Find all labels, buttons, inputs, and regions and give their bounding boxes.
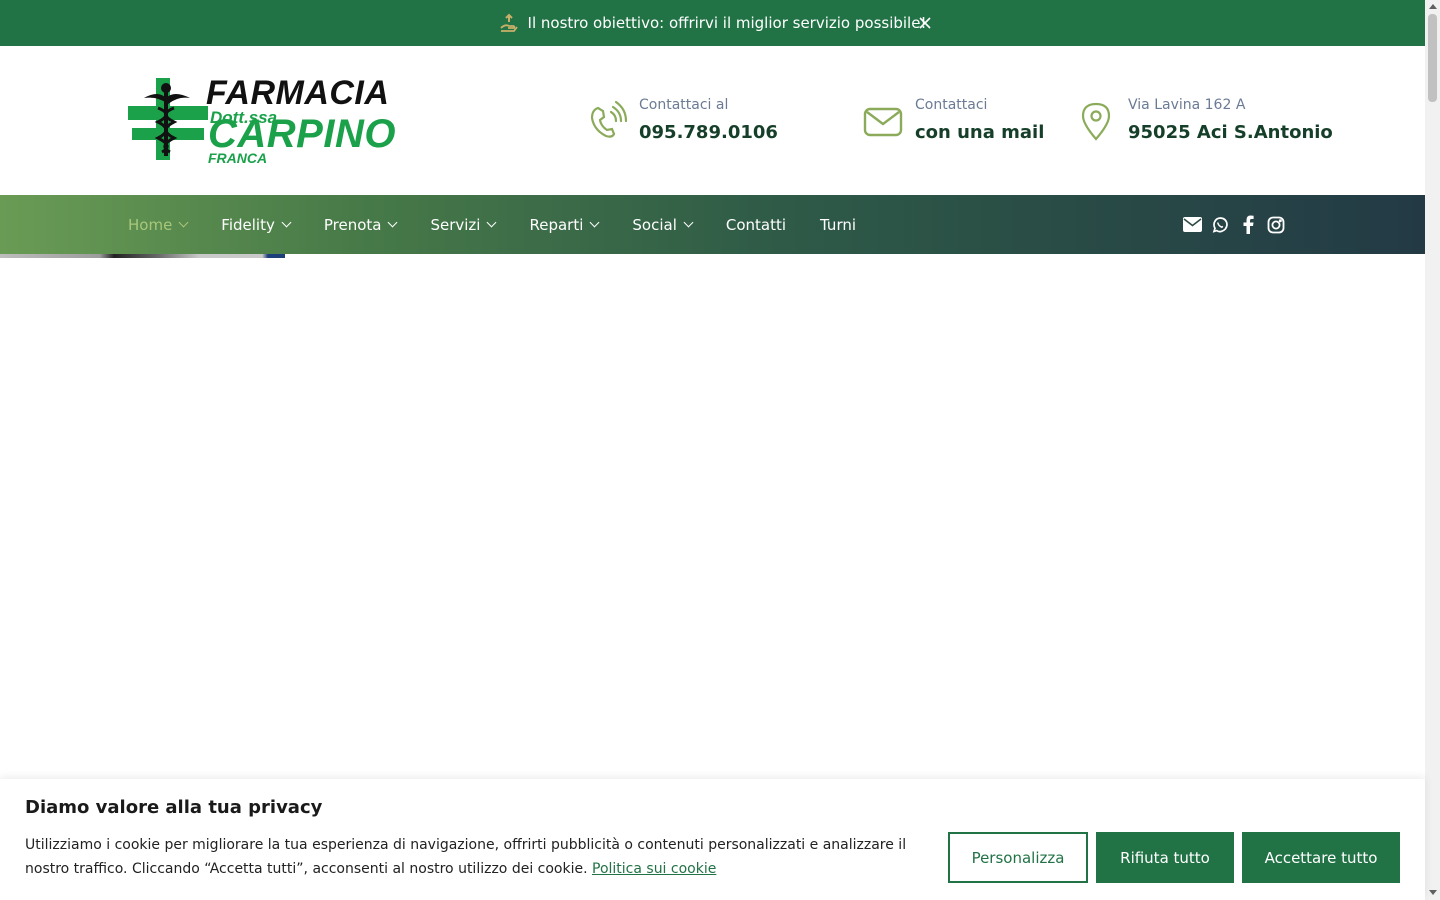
scrollbar-thumb[interactable] (1428, 14, 1437, 102)
chevron-down-icon (487, 217, 497, 228)
nav-item-social[interactable]: Social (632, 215, 694, 234)
social-links (1182, 195, 1294, 254)
nav-item-turni[interactable]: Turni (820, 216, 856, 234)
contact-mail-label: Contattaci (915, 97, 988, 113)
nav-item-label: Servizi (430, 215, 481, 234)
contact-phone-value[interactable]: 095.789.0106 (639, 120, 778, 146)
scroll-up-arrow-icon[interactable] (1429, 4, 1437, 9)
phone-icon (585, 99, 629, 143)
close-icon[interactable] (916, 14, 934, 32)
site-header: FARMACIA CARPINO Dott.ssa FRANCA Contatt… (0, 46, 1425, 195)
pharmacy-cross-icon (128, 78, 208, 160)
hero-image (0, 254, 285, 258)
contact-mail-value[interactable]: con una mail (915, 120, 1044, 146)
nav-item-servizi[interactable]: Servizi (430, 215, 497, 234)
chevron-down-icon (683, 217, 694, 228)
nav-item-contatti[interactable]: Contatti (726, 216, 786, 234)
nav-item-fidelity[interactable]: Fidelity (221, 215, 292, 234)
announcement-text: Il nostro obiettivo: offrirvi il miglior… (527, 14, 927, 32)
accept-all-button[interactable]: Accettare tutto (1242, 832, 1400, 883)
nav-item-label: Social (632, 215, 677, 234)
contact-address-value: 95025 Aci S.Antonio (1128, 122, 1333, 143)
announcement-bar: Il nostro obiettivo: offrirvi il miglior… (0, 0, 1425, 46)
contact-address[interactable]: Via Lavina 162 A 95025 Aci S.Antonio (1074, 46, 1333, 195)
nav-item-label: Fidelity (221, 215, 275, 234)
nav-item-home[interactable]: Home (128, 215, 189, 234)
whatsapp-icon[interactable] (1210, 215, 1230, 235)
envelope-icon[interactable] (1182, 215, 1202, 235)
nav-item-label: Turni (820, 215, 857, 234)
chevron-down-icon (178, 217, 189, 228)
contact-address-label: Via Lavina 162 A (1128, 97, 1246, 113)
main-nav: Home Fidelity Prenota Servizi Reparti So… (0, 195, 1425, 254)
cookie-title: Diamo valore alla tua privacy (25, 797, 323, 818)
cookie-text: Utilizziamo i cookie per migliorare la t… (25, 837, 907, 877)
contact-phone[interactable]: Contattaci al 095.789.0106 (585, 46, 778, 195)
chevron-down-icon (589, 217, 600, 228)
contact-mail[interactable]: Contattaci con una mail (861, 46, 1044, 195)
logo-line-dott: Dott.ssa (210, 108, 278, 127)
page-scrollbar[interactable] (1425, 0, 1440, 900)
customize-button[interactable]: Personalizza (948, 832, 1088, 883)
chevron-down-icon (388, 217, 398, 228)
nav-item-label: Reparti (529, 215, 584, 234)
contact-phone-label: Contattaci al (639, 97, 729, 113)
map-pin-icon (1074, 99, 1118, 143)
facebook-icon[interactable] (1238, 215, 1258, 235)
nav-menu: Home Fidelity Prenota Servizi Reparti So… (128, 195, 890, 254)
cookie-policy-link[interactable]: Politica sui cookie (592, 861, 716, 877)
instagram-icon[interactable] (1266, 215, 1286, 235)
reject-all-button[interactable]: Rifiuta tutto (1096, 832, 1234, 883)
site-logo[interactable]: FARMACIA CARPINO Dott.ssa FRANCA (128, 74, 395, 166)
logo-line-franca: FRANCA (208, 150, 268, 166)
nav-item-prenota[interactable]: Prenota (323, 215, 398, 234)
nav-item-label: Contatti (725, 215, 787, 234)
cookie-text-block: Utilizziamo i cookie per migliorare la t… (25, 833, 925, 881)
cookie-banner: Diamo valore alla tua privacy Utilizziam… (0, 779, 1425, 900)
nav-item-label: Home (128, 215, 173, 234)
nav-item-reparti[interactable]: Reparti (529, 215, 600, 234)
nav-item-label: Prenota (323, 215, 382, 234)
envelope-icon (861, 99, 905, 143)
scroll-down-arrow-icon[interactable] (1429, 890, 1437, 895)
hand-holding-icon (499, 13, 519, 33)
chevron-down-icon (281, 217, 292, 228)
